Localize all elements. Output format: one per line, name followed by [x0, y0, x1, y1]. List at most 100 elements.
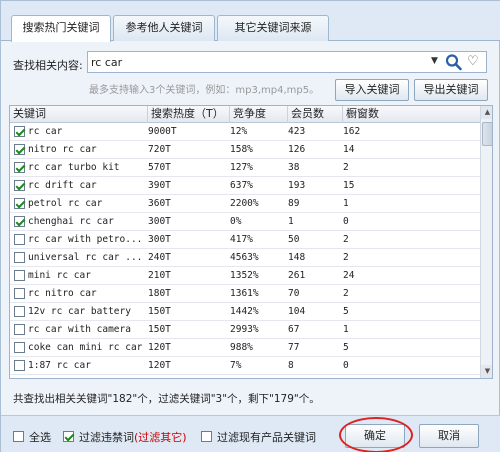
heat-cell: 120T	[148, 342, 171, 353]
filter-existing-label: 过滤现有产品关键词	[217, 431, 316, 444]
competition-cell: 7%	[230, 360, 242, 371]
table-row[interactable]: rc car with camera 150T 2993% 67 1	[10, 321, 480, 339]
heat-cell: 300T	[148, 234, 171, 245]
competition-cell: 1361%	[230, 288, 259, 299]
table-header: 关键词 搜索热度（T） 竞争度 会员数 橱窗数	[10, 106, 480, 123]
table-body: rc car 9000T 12% 423 162 nitro rc car 720T 158%…	[10, 123, 480, 379]
search-icon[interactable]	[444, 53, 464, 71]
members-cell: 261	[288, 270, 306, 281]
table-row[interactable]: 12v rc car battery 150T 1442% 104 5	[10, 303, 480, 321]
table-row[interactable]: rc car with petro... 300T 417% 50 2	[10, 231, 480, 249]
windows-cell: 2	[343, 288, 349, 299]
table-row[interactable]: rc car turbo kit 570T 127% 38 2	[10, 159, 480, 177]
competition-cell: 12%	[230, 375, 286, 378]
table-row[interactable]: rc car 9000T 12% 423 162	[10, 123, 480, 141]
row-checkbox[interactable]	[14, 234, 25, 245]
search-input[interactable]	[91, 55, 421, 70]
row-checkbox[interactable]	[14, 378, 25, 379]
import-keywords-button[interactable]: 导入关键词	[335, 79, 409, 101]
row-checkbox[interactable]	[14, 270, 25, 281]
row-checkbox[interactable]	[14, 162, 25, 173]
table-row[interactable]: coke can mini rc car 120T 988% 77 5	[10, 339, 480, 357]
windows-cell: 2	[343, 162, 349, 173]
dropdown-arrow-icon[interactable]: ▼	[431, 56, 438, 66]
table-row[interactable]: mini rc car 210T 1352% 261 24	[10, 267, 480, 285]
filter-existing-checkbox[interactable]	[201, 431, 212, 442]
table-row[interactable]: rc drift car 390T 637% 193 15	[10, 177, 480, 195]
table-row[interactable]: nitro rc car 720T 158% 126 14	[10, 141, 480, 159]
table-row[interactable]: chenghai rc car 300T 0% 1 0	[10, 213, 480, 231]
export-keywords-button[interactable]: 导出关键词	[414, 79, 488, 101]
competition-cell: 988%	[230, 342, 253, 353]
row-checkbox[interactable]	[14, 252, 25, 263]
keyword-cell: universal rc car ...	[28, 252, 143, 263]
competition-cell: 0%	[230, 216, 242, 227]
members-cell: 148	[288, 252, 306, 263]
row-checkbox[interactable]	[14, 198, 25, 209]
heat-cell: 9000T	[148, 126, 177, 137]
keyword-cell: nitro rc car	[28, 144, 97, 155]
windows-cell: 0	[343, 216, 349, 227]
select-all-checkbox[interactable]	[13, 431, 24, 442]
row-checkbox[interactable]	[14, 306, 25, 317]
header-heat[interactable]: 搜索热度（T）	[148, 106, 230, 123]
table-row[interactable]: 1:87 rc car 120T 7% 8 0	[10, 357, 480, 375]
filter-banned-checkbox[interactable]	[63, 431, 74, 442]
competition-cell: 127%	[230, 162, 253, 173]
keyword-cell: rc car with petro...	[28, 234, 143, 245]
keyword-cell: 1:87 rc car	[28, 360, 91, 371]
row-checkbox[interactable]	[14, 342, 25, 353]
competition-cell: 1352%	[230, 270, 259, 281]
header-competition[interactable]: 竞争度	[230, 106, 288, 123]
keyword-cell: chenghai rc car	[28, 216, 114, 227]
tab-other-sources[interactable]: 其它关键词来源	[217, 15, 329, 41]
members-cell: 193	[288, 180, 306, 191]
competition-cell: 2200%	[230, 198, 259, 209]
heat-cell: 100T	[148, 375, 228, 378]
competition-cell: 12%	[230, 126, 248, 137]
table-row[interactable]: rc car petrol100T12%120	[10, 375, 480, 379]
filter-banned-label: 过滤违禁词(过滤其它)	[79, 429, 187, 445]
members-cell: 38	[288, 162, 300, 173]
row-checkbox[interactable]	[14, 180, 25, 191]
select-all-label: 全选	[29, 431, 51, 444]
header-members[interactable]: 会员数	[288, 106, 343, 123]
windows-cell: 14	[343, 144, 355, 155]
table-scrollbar[interactable]: ▲ ▼	[480, 106, 492, 378]
windows-cell: 0	[343, 375, 403, 378]
row-checkbox[interactable]	[14, 360, 25, 371]
keyword-cell: rc car	[28, 126, 63, 137]
filter-other-link[interactable]: (过滤其它)	[134, 431, 187, 444]
row-checkbox[interactable]	[14, 126, 25, 137]
header-windows[interactable]: 橱窗数	[343, 106, 480, 123]
row-checkbox[interactable]	[14, 288, 25, 299]
row-checkbox[interactable]	[14, 144, 25, 155]
heat-cell: 300T	[148, 216, 171, 227]
windows-cell: 2	[343, 252, 349, 263]
windows-cell: 15	[343, 180, 355, 191]
tab-hot-keywords[interactable]: 搜索热门关键词	[11, 15, 111, 42]
scroll-down-icon[interactable]: ▼	[481, 365, 492, 378]
keyword-table: 关键词 搜索热度（T） 竞争度 会员数 橱窗数 rc car 9000T 12% 42…	[9, 105, 493, 379]
row-checkbox[interactable]	[14, 216, 25, 227]
competition-cell: 637%	[230, 180, 253, 191]
tab-others-keywords[interactable]: 参考他人关键词	[113, 15, 215, 41]
scroll-up-icon[interactable]: ▲	[481, 106, 492, 119]
windows-cell: 1	[343, 198, 349, 209]
cancel-button[interactable]: 取消	[419, 424, 479, 448]
table-row[interactable]: rc nitro car 180T 1361% 70 2	[10, 285, 480, 303]
windows-cell: 0	[343, 360, 349, 371]
table-row[interactable]: universal rc car ... 240T 4563% 148 2	[10, 249, 480, 267]
result-status: 共查找出相关关键词"182"个，过滤关键词"3"个，剩下"179"个。	[13, 393, 320, 405]
keyword-cell: rc car turbo kit	[28, 162, 120, 173]
scroll-thumb[interactable]	[482, 122, 492, 146]
members-cell: 89	[288, 198, 300, 209]
header-keyword[interactable]: 关键词	[10, 106, 148, 123]
table-row[interactable]: petrol rc car 360T 2200% 89 1	[10, 195, 480, 213]
members-cell: 104	[288, 306, 306, 317]
members-cell: 8	[288, 360, 294, 371]
heat-cell: 360T	[148, 198, 171, 209]
favorite-heart-icon[interactable]: ♡	[467, 54, 479, 69]
row-checkbox[interactable]	[14, 324, 25, 335]
heat-cell: 390T	[148, 180, 171, 191]
